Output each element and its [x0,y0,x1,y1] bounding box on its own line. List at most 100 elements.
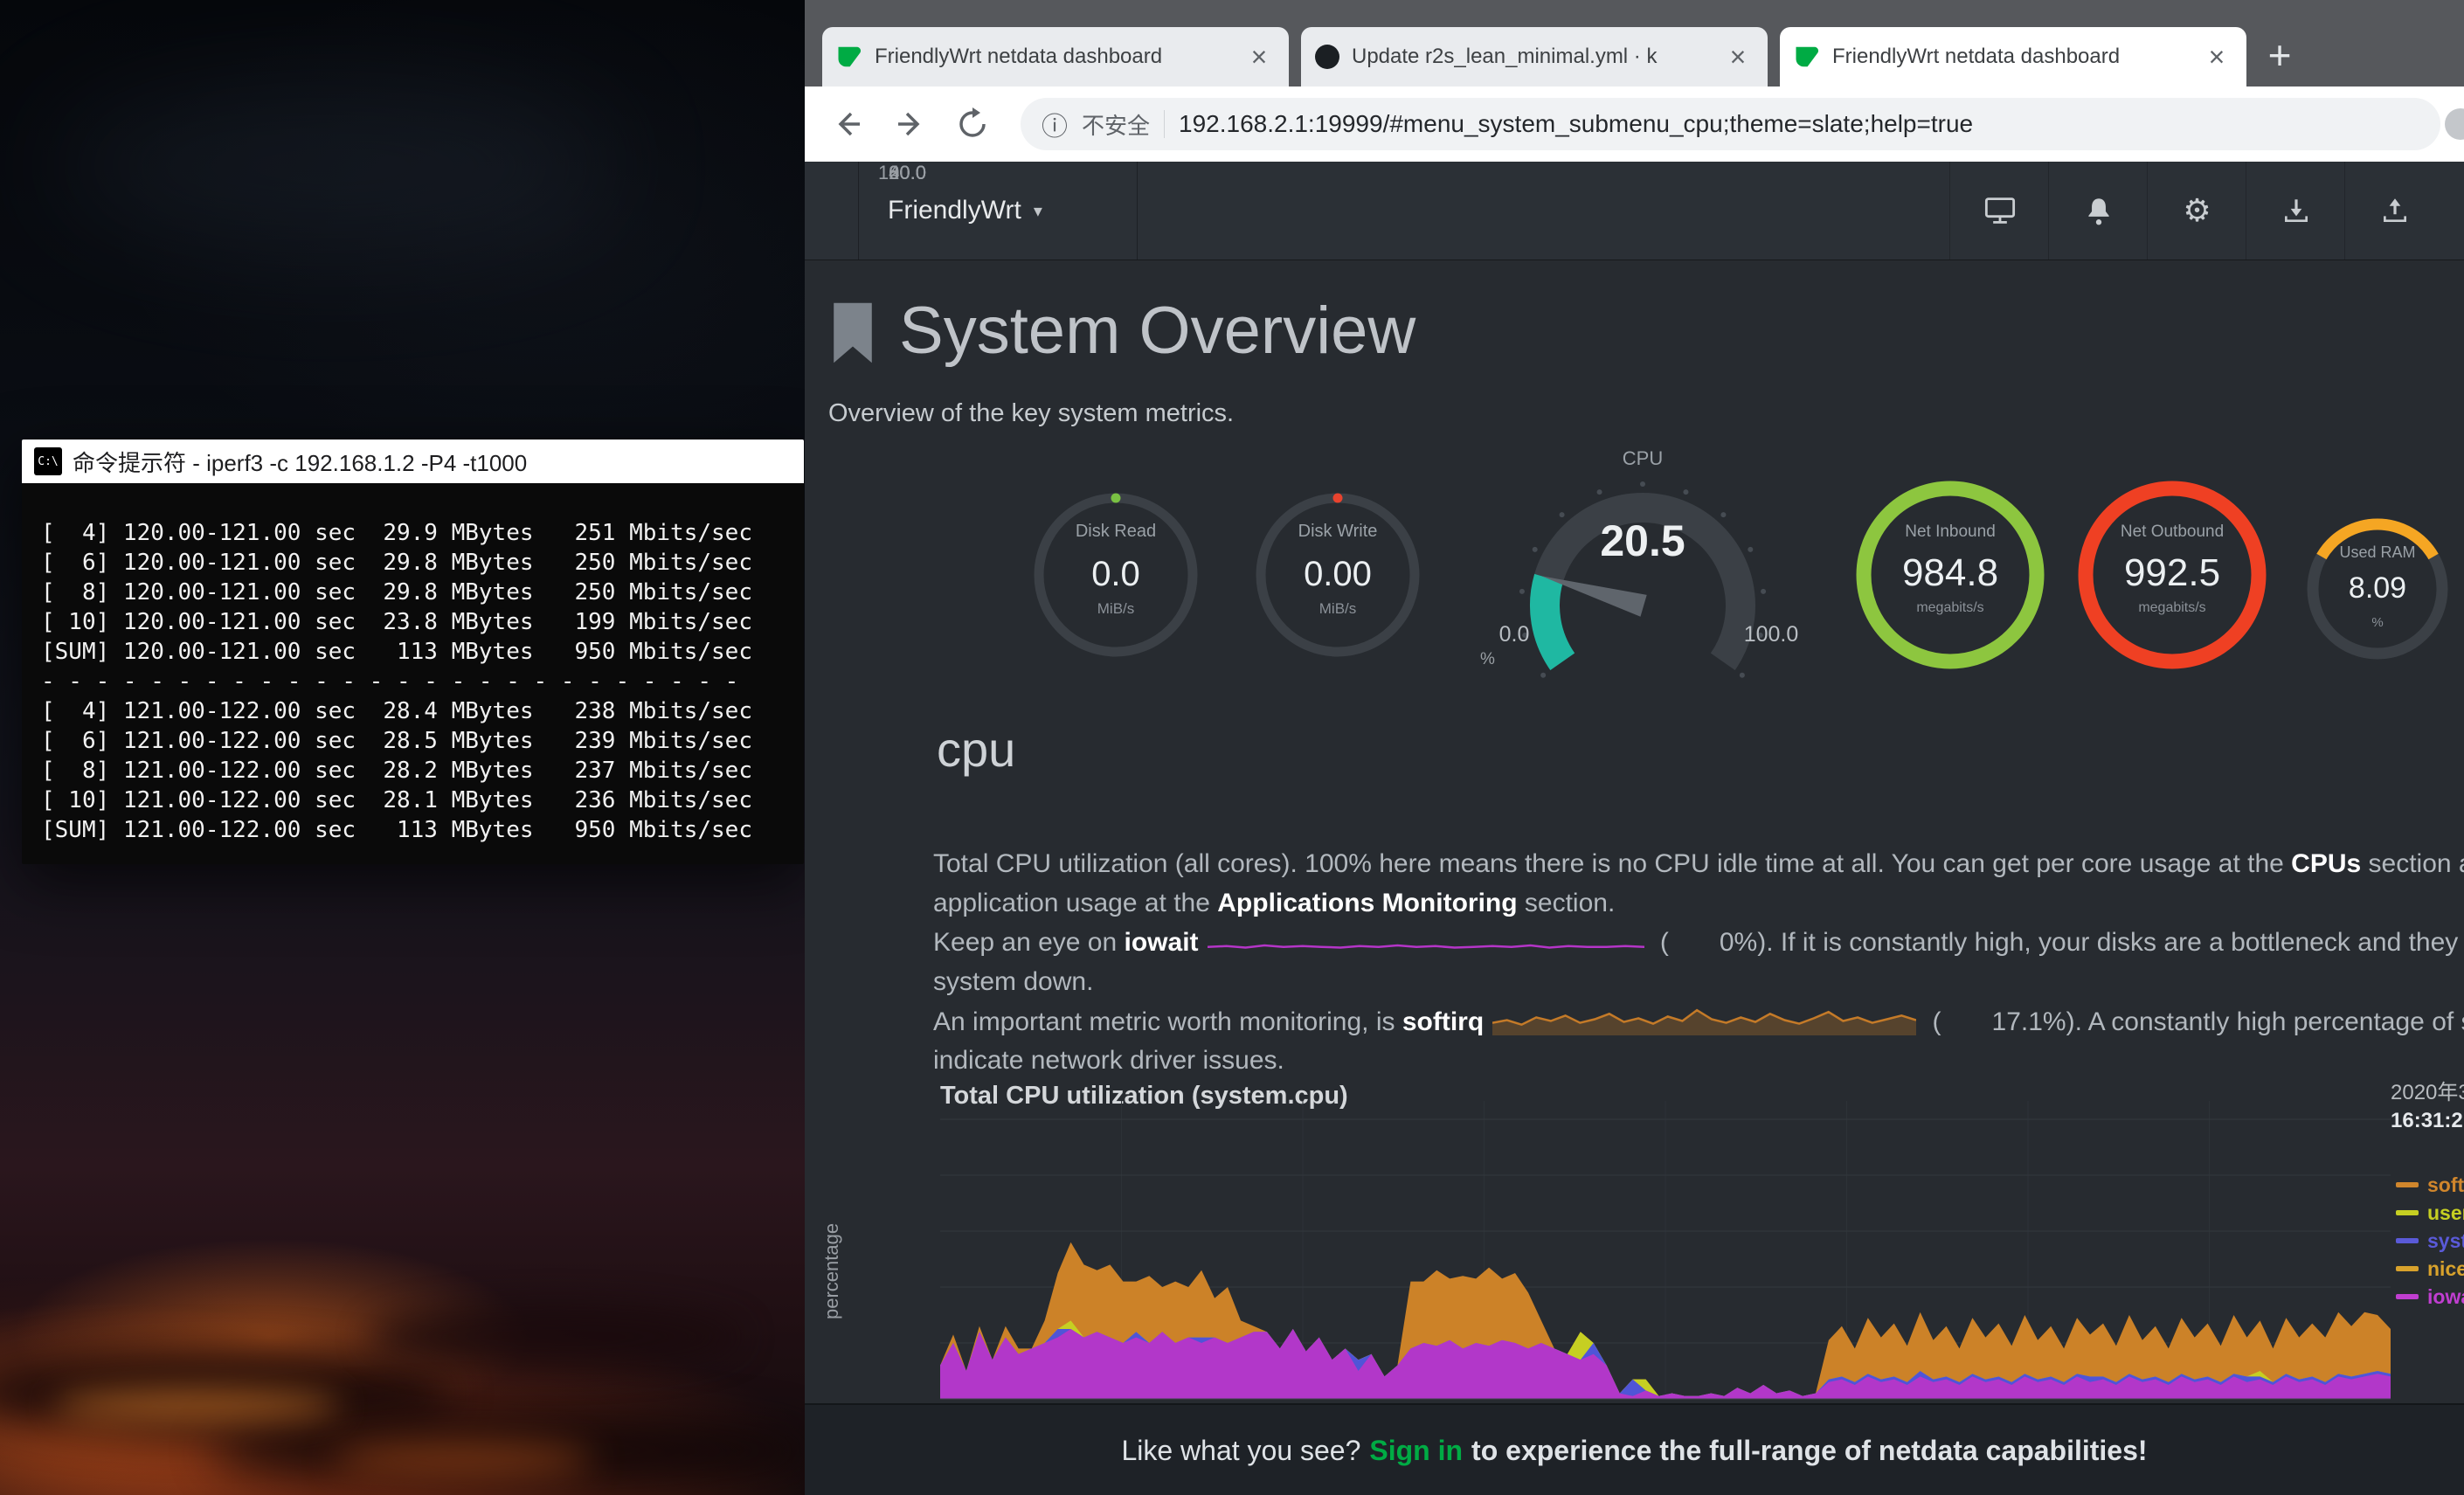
reload-icon[interactable] [953,105,992,143]
svg-text:Net Outbound: Net Outbound [2121,523,2224,541]
signin-post-text: to experience the full-range of netdata … [1471,1435,2148,1467]
browser-window: FriendlyWrt netdata dashboard × Update r… [805,0,2464,1495]
help-text-line: application usage at the Applications Mo… [933,883,1615,923]
svg-text:MiB/s: MiB/s [1097,600,1135,617]
legend-item-user[interactable]: user [2396,1199,2464,1227]
cloud-glow [52,1389,341,1421]
terminal-line: [ 6] 120.00-121.00 sec 29.8 MBytes 250 M… [41,548,785,578]
export-button[interactable] [2344,162,2444,260]
help-text-line: system down. [933,962,1093,1001]
url-text[interactable]: 192.168.2.1:19999/#menu_system_submenu_c… [1179,110,1973,138]
upload-icon [2379,195,2411,226]
legend-swatch [2396,1182,2419,1187]
disk-read-gauge[interactable]: Disk Read 0.0 MiB/s [1028,488,1203,662]
svg-text:0.00: 0.00 [1304,555,1372,593]
svg-text:megabits/s: megabits/s [1916,600,1983,615]
signin-pre-text: Like what you see? [1121,1435,1360,1467]
disk-write-gauge[interactable]: Disk Write 0.00 MiB/s [1250,488,1425,662]
cloud-glow [332,1442,594,1477]
profile-avatar[interactable] [2445,108,2464,140]
terminal-line: [ 4] 120.00-121.00 sec 29.9 MBytes 251 M… [41,518,785,548]
y-axis-tick: 20.0 [839,162,926,184]
help-text-line: An important metric worth monitoring, is… [933,1001,2464,1042]
terminal-window: C:\ 命令提示符 - iperf3 -c 192.168.1.2 -P4 -t… [22,440,804,864]
chart-date-label: 2020年3 [2391,1079,2464,1107]
print-screen-button[interactable] [1949,162,2049,260]
legend-swatch [2396,1210,2419,1215]
legend-item-nice[interactable]: nice [2396,1255,2464,1283]
new-tab-button[interactable]: + [2257,33,2302,79]
chevron-down-icon: ▾ [1034,200,1042,222]
netdata-favicon [836,44,862,70]
chart-time-label: 16:31:2 [2391,1107,2464,1135]
terminal-output[interactable]: [ 4] 120.00-121.00 sec 29.9 MBytes 251 M… [22,483,804,864]
svg-text:Used RAM: Used RAM [2339,543,2415,561]
net-outbound-gauge[interactable]: Net Outbound 992.5 megabits/s [2076,479,2268,671]
tab-close-icon[interactable]: × [1722,41,1754,73]
svg-text:Net Inbound: Net Inbound [1905,523,1996,541]
page-subtitle: Overview of the key system metrics. [828,399,1234,428]
chart-datetime: 2020年3 16:31:2 [2391,1079,2464,1135]
alarms-button[interactable] [2048,162,2148,260]
iowait-sparkline[interactable] [1208,927,1644,957]
legend-swatch [2396,1238,2419,1243]
forward-icon[interactable] [890,105,929,143]
svg-text:Disk Read: Disk Read [1076,522,1156,541]
tab-close-icon[interactable]: × [2201,41,2232,73]
svg-text:MiB/s: MiB/s [1319,600,1357,617]
used-ram-gauge[interactable]: Used RAM 8.09 % [2299,510,2456,668]
help-text-line: Total CPU utilization (all cores). 100% … [933,844,2464,883]
svg-text:8.09: 8.09 [2349,571,2406,605]
back-icon[interactable] [829,105,868,143]
terminal-line: [SUM] 120.00-121.00 sec 113 MBytes 950 M… [41,637,785,667]
svg-text:100.0: 100.0 [1744,622,1799,647]
terminal-line: [ 10] 120.00-121.00 sec 23.8 MBytes 199 … [41,607,785,637]
github-favicon [1315,45,1339,69]
help-text-line: indicate network driver issues. [933,1041,1284,1080]
tab-github[interactable]: Update r2s_lean_minimal.yml · k × [1301,27,1768,87]
terminal-line: [SUM] 121.00-122.00 sec 113 MBytes 950 M… [41,815,785,845]
softirq-sparkline[interactable] [1492,1001,1916,1036]
terminal-titlebar[interactable]: C:\ 命令提示符 - iperf3 -c 192.168.1.2 -P4 -t… [22,440,804,483]
svg-text:megabits/s: megabits/s [2138,600,2205,615]
netdata-favicon [1794,44,1820,70]
address-bar[interactable]: ⓘ 不安全 192.168.2.1:19999/#menu_system_sub… [1021,98,2440,150]
page-title: System Overview [899,293,1415,369]
terminal-line: [ 10] 121.00-122.00 sec 28.1 MBytes 236 … [41,786,785,815]
terminal-line: [ 4] 121.00-122.00 sec 28.4 MBytes 238 M… [41,696,785,726]
help-text-line: Keep an eye on iowait (0%). If it is con… [933,923,2464,962]
tab-friendlywrt-1[interactable]: FriendlyWrt netdata dashboard × [822,27,1289,87]
legend-item-softirq[interactable]: softirq [2396,1171,2464,1199]
legend-item-system[interactable]: system [2396,1227,2464,1255]
settings-button[interactable]: ⚙ [2147,162,2246,260]
tab-title: FriendlyWrt netdata dashboard [1832,45,2189,69]
tab-close-icon[interactable]: × [1243,41,1275,73]
bell-icon [2083,195,2114,226]
sign-in-link[interactable]: Sign in [1369,1435,1463,1467]
browser-toolbar: ⓘ 不安全 192.168.2.1:19999/#menu_system_sub… [805,87,2464,162]
tab-friendlywrt-2-active[interactable]: FriendlyWrt netdata dashboard × [1780,27,2246,87]
svg-text:Disk Write: Disk Write [1298,522,1378,541]
site-info-icon[interactable]: ⓘ [1042,105,1068,143]
tab-strip: FriendlyWrt netdata dashboard × Update r… [805,0,2464,87]
hostname-label: FriendlyWrt [888,196,1021,225]
netdata-page: FriendlyWrt ▾ ⚙ [805,162,2464,1495]
terminal-title: 命令提示符 - iperf3 -c 192.168.1.2 -P4 -t1000 [73,446,527,478]
netdata-navbar: FriendlyWrt ▾ ⚙ [805,162,2464,260]
gauge-marker-dot [1333,494,1343,503]
cloud-shape [52,79,612,253]
monitor-icon [1983,194,2017,227]
bookmark-icon[interactable] [828,300,877,366]
security-label: 不安全 [1082,108,1150,141]
tab-title: Update r2s_lean_minimal.yml · k [1352,45,1710,69]
svg-text:992.5: 992.5 [2124,551,2220,594]
legend-item-iowait[interactable]: iowait [2396,1283,2464,1311]
tab-title: FriendlyWrt netdata dashboard [875,45,1231,69]
terminal-icon: C:\ [34,447,62,475]
cpu-utilization-chart[interactable] [940,1101,2391,1403]
cpu-gauge[interactable]: 20.5 0.0 100.0 % [1468,461,1817,697]
net-inbound-gauge[interactable]: Net Inbound 984.8 megabits/s [1854,479,2046,671]
import-button[interactable] [2246,162,2345,260]
legend-swatch [2396,1294,2419,1299]
terminal-line: [ 8] 121.00-122.00 sec 28.2 MBytes 237 M… [41,756,785,786]
